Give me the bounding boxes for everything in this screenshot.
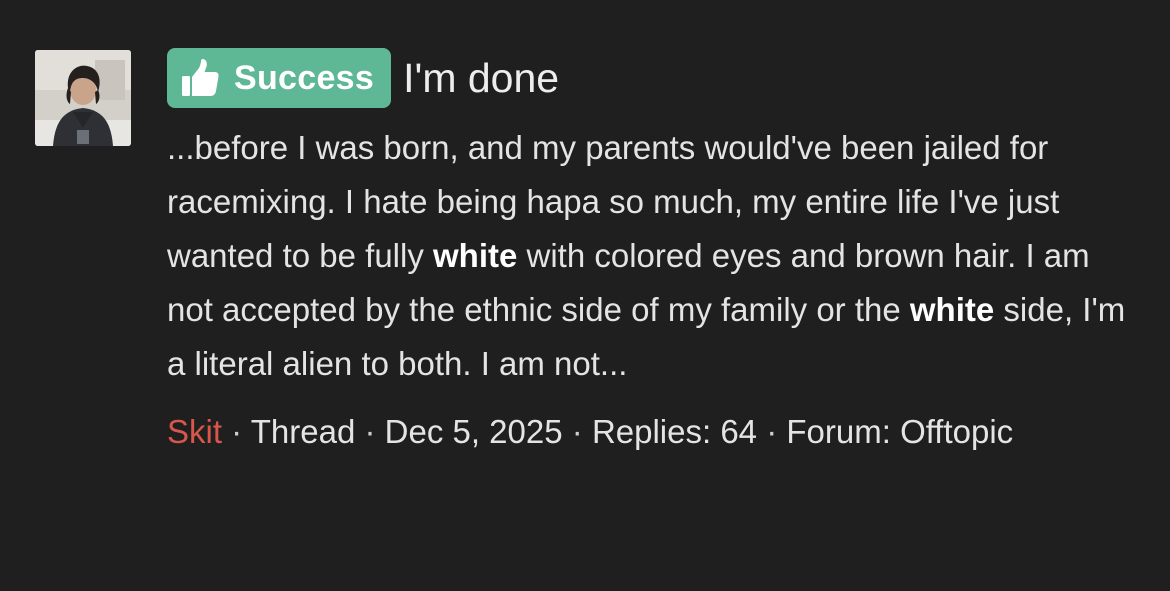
content-type: Thread xyxy=(250,413,356,450)
reply-count: Replies: 64 xyxy=(591,413,758,450)
meta-separator: · xyxy=(355,413,385,450)
title-row: Success I'm done xyxy=(167,47,1157,109)
avatar[interactable] xyxy=(35,50,131,146)
avatar-image xyxy=(35,50,131,146)
forum-link[interactable]: Offtopic xyxy=(900,413,1013,450)
meta-separator: · xyxy=(562,413,592,450)
post-date: Dec 5, 2025 xyxy=(384,413,563,450)
forum-prefix: Forum: xyxy=(786,413,891,450)
search-result: Success I'm done ...before I was born, a… xyxy=(0,0,1170,591)
snippet-highlight: white xyxy=(433,237,518,274)
author-link[interactable]: Skit xyxy=(167,413,222,450)
result-meta: Skit · Thread · Dec 5, 2025 · Replies: 6… xyxy=(167,405,1142,459)
result-snippet: ...before I was born, and my parents wou… xyxy=(167,121,1142,391)
meta-separator: · xyxy=(222,413,251,450)
result-content: Success I'm done ...before I was born, a… xyxy=(167,47,1157,459)
snippet-highlight: white xyxy=(909,291,995,328)
status-badge[interactable]: Success xyxy=(167,48,392,108)
meta-separator: · xyxy=(757,413,787,450)
thread-title-link[interactable]: I'm done xyxy=(403,55,559,102)
thumbs-up-icon xyxy=(180,58,220,98)
badge-label: Success xyxy=(234,58,375,97)
